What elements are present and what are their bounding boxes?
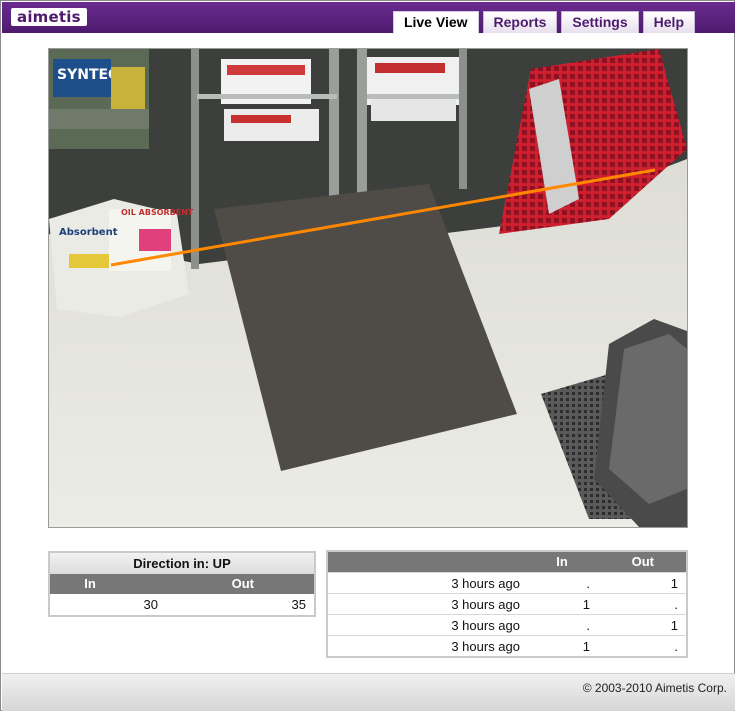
page-frame: aimetis Live View Reports Settings Help: [0, 0, 735, 711]
absorbent-sign: Absorbent: [59, 227, 118, 238]
event-in: .: [586, 576, 590, 591]
table-row: 3 hours ago . 1: [328, 572, 686, 593]
tab-help[interactable]: Help: [642, 11, 695, 33]
event-out: 1: [670, 618, 678, 633]
event-in: 1: [582, 639, 590, 654]
events-header-row: In Out: [328, 552, 686, 572]
events-out-header: Out: [631, 554, 654, 569]
main-nav-tabs: Live View Reports Settings Help: [392, 11, 695, 34]
top-bar: aimetis Live View Reports Settings Help: [2, 2, 735, 34]
table-row: 3 hours ago . 1: [328, 614, 686, 635]
events-time-header: [328, 552, 542, 572]
summary-out-value: 35: [291, 597, 306, 612]
event-in: 1: [582, 597, 590, 612]
event-in: .: [586, 618, 590, 633]
event-time: 3 hours ago: [451, 597, 520, 612]
events-in-header: In: [556, 554, 568, 569]
oil-absorbent-sign: OIL ABSORBENT: [121, 208, 194, 217]
table-row: 3 hours ago 1 .: [328, 593, 686, 614]
tab-live-view[interactable]: Live View: [392, 11, 479, 34]
tab-settings[interactable]: Settings: [561, 11, 639, 33]
summary-in-header: In: [84, 576, 96, 591]
camera-frame-image: SYNTEC Absorbent OIL ABSORBENT: [49, 49, 687, 527]
summary-header-row: In Out: [50, 574, 314, 594]
footer-bar: © 2003-2010 Aimetis Corp.: [2, 673, 735, 711]
event-time: 3 hours ago: [451, 618, 520, 633]
live-camera-view[interactable]: SYNTEC Absorbent OIL ABSORBENT: [48, 48, 688, 528]
event-time: 3 hours ago: [451, 639, 520, 654]
aimetis-logo: aimetis: [11, 8, 87, 26]
direction-summary-table: Direction in: UP In Out 30 35: [48, 551, 316, 617]
summary-values-row: 30 35: [50, 594, 314, 615]
event-out: .: [674, 597, 678, 612]
direction-title: Direction in: UP: [50, 553, 314, 574]
copyright-text: © 2003-2010 Aimetis Corp.: [582, 681, 727, 695]
event-out: .: [674, 639, 678, 654]
event-out: 1: [670, 576, 678, 591]
events-table: In Out 3 hours ago . 1 3 hours ago 1 . 3…: [326, 550, 688, 658]
table-row: 3 hours ago 1 .: [328, 635, 686, 656]
summary-out-header: Out: [231, 576, 254, 591]
syntec-sign: SYNTEC: [57, 67, 118, 83]
event-time: 3 hours ago: [451, 576, 520, 591]
summary-in-value: 30: [143, 597, 158, 612]
tab-reports[interactable]: Reports: [482, 11, 558, 33]
